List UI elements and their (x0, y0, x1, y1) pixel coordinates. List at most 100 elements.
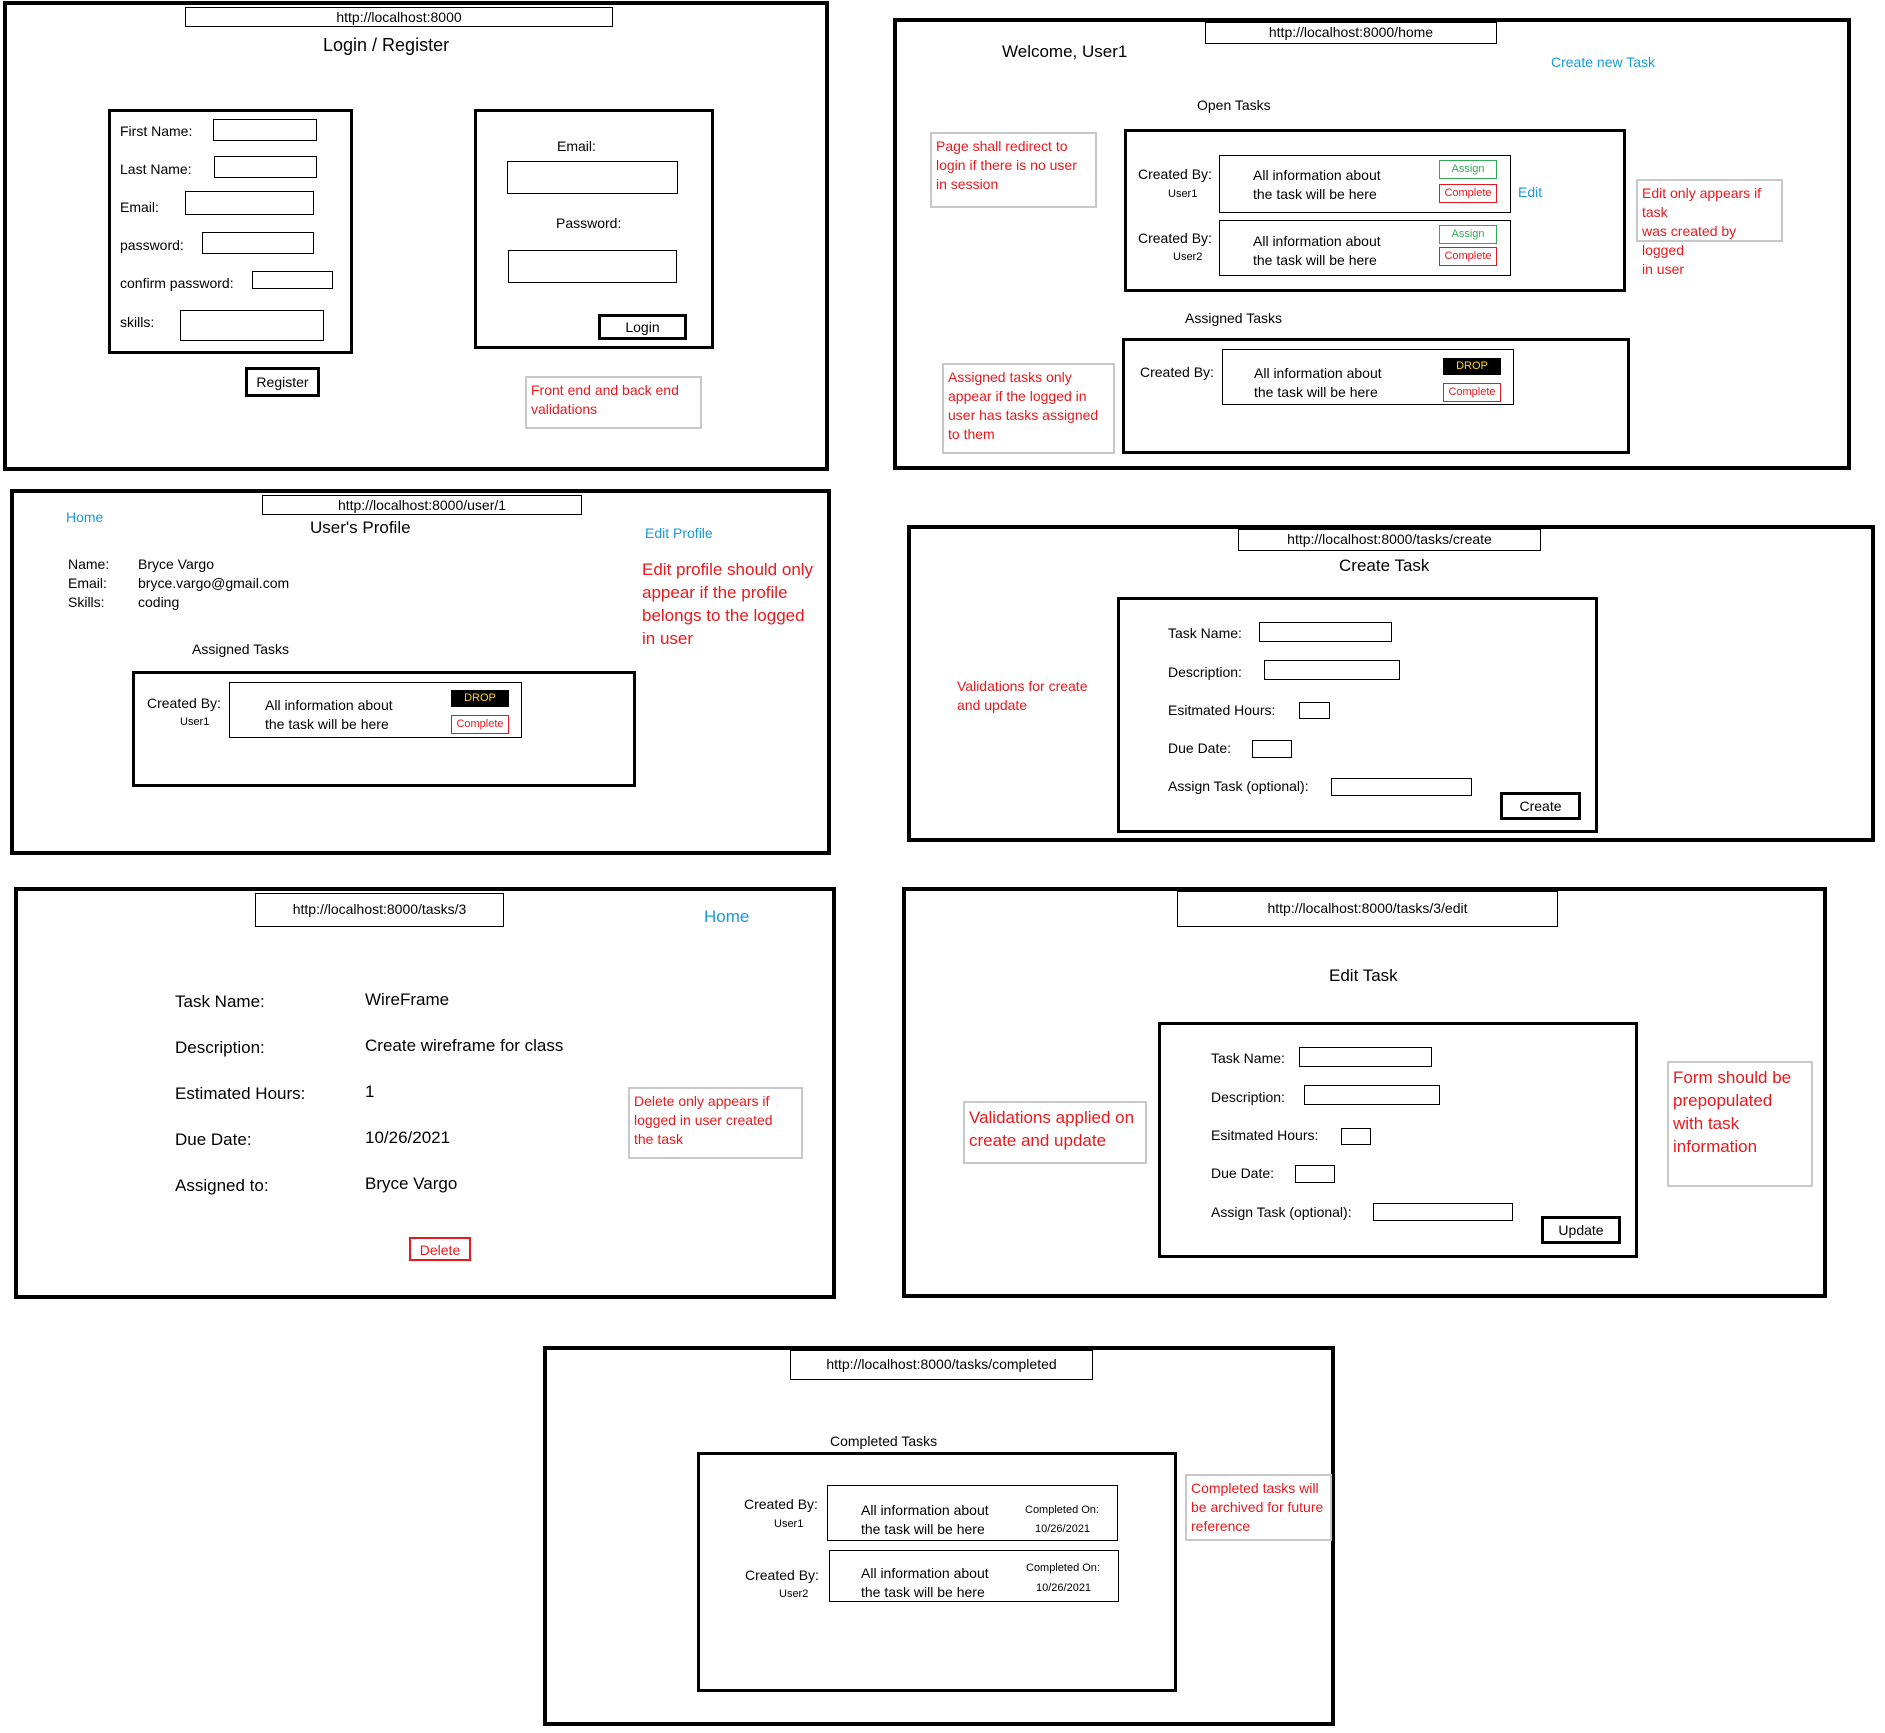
completed-archive-note: Completed tasks will be archived for fut… (1185, 1474, 1332, 1541)
profile-edit-note: Edit profile should only appear if the p… (642, 560, 814, 648)
login-password-label: Password: (556, 215, 622, 231)
edit-description-label: Description: (1211, 1089, 1285, 1105)
login-button[interactable]: Login (598, 314, 687, 340)
assigned-task-drop-button[interactable]: DROP (1443, 358, 1501, 375)
create-task-name-label: Task Name: (1168, 625, 1242, 641)
profile-skills-label: Skills: (68, 594, 105, 610)
update-button[interactable]: Update (1541, 1216, 1621, 1244)
show-due-date-value: 10/26/2021 (365, 1128, 451, 1147)
register-email-label: Email: (120, 199, 159, 215)
profile-home-link[interactable]: Home (66, 509, 103, 525)
show-assigned-label: Assigned to: (175, 1176, 269, 1195)
delete-button[interactable]: Delete (409, 1237, 471, 1261)
edit-due-date-input[interactable] (1295, 1165, 1335, 1183)
edit-due-date-label: Due Date: (1211, 1165, 1275, 1181)
completed-task-1-date: 10/26/2021 (1035, 1523, 1091, 1535)
create-description-label: Description: (1168, 664, 1242, 680)
completed-task-2-date: 10/26/2021 (1036, 1582, 1092, 1594)
home-wireframe: http://localhost:8000/home Welcome, User… (893, 18, 1851, 470)
create-task-wireframe: http://localhost:8000/tasks/create Creat… (907, 525, 1875, 842)
open-task-1-user: User1 (1168, 188, 1198, 200)
register-confirm-password-input[interactable] (252, 271, 333, 289)
completed-task-1-created-by: Created By: (744, 1496, 818, 1512)
login-password-input[interactable] (508, 250, 677, 283)
open-task-1-complete-button[interactable]: Complete (1439, 184, 1497, 203)
show-description-label: Description: (175, 1038, 265, 1057)
profile-task-created-by: Created By: (147, 695, 221, 711)
login-wireframe: http://localhost:8000 Login / Register F… (3, 1, 829, 471)
create-validation-note: Validations for create and update (957, 678, 1088, 713)
edit-task-name-input[interactable] (1299, 1047, 1432, 1067)
login-title: Login / Register (323, 35, 450, 55)
create-assign-input[interactable] (1331, 778, 1472, 796)
completed-url-bar: http://localhost:8000/tasks/completed (790, 1350, 1093, 1380)
create-new-task-link[interactable]: Create new Task (1551, 54, 1655, 70)
register-button[interactable]: Register (245, 367, 320, 397)
open-task-2-user: User2 (1173, 251, 1203, 263)
open-task-1-assign-button[interactable]: Assign (1439, 160, 1497, 179)
open-task-edit-link[interactable]: Edit (1518, 184, 1542, 200)
edit-title: Edit Task (1329, 966, 1398, 985)
show-task-name-label: Task Name: (175, 992, 265, 1011)
show-description-value: Create wireframe for class (365, 1036, 564, 1055)
open-task-1-created-by: Created By: (1138, 166, 1212, 182)
show-url-bar: http://localhost:8000/tasks/3 (255, 893, 504, 927)
completed-task-2-created-by: Created By: (745, 1567, 819, 1583)
edit-task-name-label: Task Name: (1211, 1050, 1285, 1066)
edit-description-input[interactable] (1304, 1085, 1440, 1105)
profile-wireframe: http://localhost:8000/user/1 Home User's… (10, 489, 831, 855)
create-hours-label: Esitmated Hours: (1168, 702, 1276, 718)
completed-tasks-wireframe: http://localhost:8000/tasks/completed Co… (543, 1346, 1335, 1726)
edit-assign-input[interactable] (1373, 1203, 1513, 1221)
open-task-2-created-by: Created By: (1138, 230, 1212, 246)
task-show-wireframe: http://localhost:8000/tasks/3 Home Task … (14, 887, 836, 1299)
edit-hours-input[interactable] (1341, 1128, 1371, 1145)
profile-skills-value: coding (138, 594, 180, 610)
home-url-bar: http://localhost:8000/home (1205, 22, 1497, 44)
register-skills-input[interactable] (180, 310, 324, 341)
completed-task-1-info: All information about the task will be h… (861, 1502, 989, 1537)
open-tasks-title: Open Tasks (1197, 97, 1271, 113)
profile-task-complete-button[interactable]: Complete (451, 715, 509, 734)
profile-email-value: bryce.vargo@gmail.com (138, 575, 290, 591)
register-last-name-input[interactable] (214, 156, 317, 178)
profile-task-user: User1 (180, 716, 210, 728)
register-skills-label: skills: (120, 314, 155, 330)
register-first-name-input[interactable] (213, 119, 317, 141)
login-email-input[interactable] (507, 161, 678, 194)
edit-task-wireframe: http://localhost:8000/tasks/3/edit Edit … (902, 887, 1827, 1298)
show-hours-label: Estimated Hours: (175, 1084, 306, 1103)
completed-title: Completed Tasks (830, 1433, 938, 1449)
assigned-task-info: All information about the task will be h… (1254, 365, 1382, 400)
register-email-input[interactable] (185, 191, 314, 215)
register-password-input[interactable] (202, 232, 314, 254)
profile-task-drop-button[interactable]: DROP (451, 690, 509, 707)
create-description-input[interactable] (1264, 660, 1400, 680)
create-due-date-input[interactable] (1252, 740, 1292, 758)
profile-assigned-title: Assigned Tasks (192, 641, 290, 657)
open-task-2-complete-button[interactable]: Complete (1439, 247, 1497, 266)
completed-task-2-user: User2 (779, 1588, 809, 1600)
create-button[interactable]: Create (1500, 792, 1581, 820)
create-url-bar: http://localhost:8000/tasks/create (1238, 529, 1541, 551)
edit-profile-link[interactable]: Edit Profile (645, 525, 713, 541)
profile-task-info: All information about the task will be h… (265, 697, 393, 732)
edit-assign-label: Assign Task (optional): (1211, 1204, 1352, 1220)
show-delete-note: Delete only appears if logged in user cr… (628, 1087, 803, 1159)
create-task-name-input[interactable] (1259, 622, 1392, 642)
login-email-label: Email: (557, 138, 596, 154)
profile-email-label: Email: (68, 575, 107, 591)
login-validation-note: Front end and back end validations (525, 376, 702, 429)
assigned-task-complete-button[interactable]: Complete (1443, 383, 1501, 402)
edit-prepopulate-note: Form should be prepopulated with task in… (1667, 1061, 1813, 1187)
open-task-1-info: All information about the task will be h… (1253, 167, 1381, 202)
show-home-link[interactable]: Home (704, 907, 749, 927)
create-hours-input[interactable] (1299, 702, 1330, 719)
show-hours-value: 1 (365, 1082, 375, 1101)
home-edit-note: Edit only appears if task was created by… (1636, 179, 1783, 277)
show-assigned-value: Bryce Vargo (365, 1174, 458, 1193)
edit-hours-label: Esitmated Hours: (1211, 1127, 1319, 1143)
open-task-2-assign-button[interactable]: Assign (1439, 225, 1497, 244)
profile-name-label: Name: (68, 556, 110, 572)
completed-task-2-info: All information about the task will be h… (861, 1565, 989, 1600)
